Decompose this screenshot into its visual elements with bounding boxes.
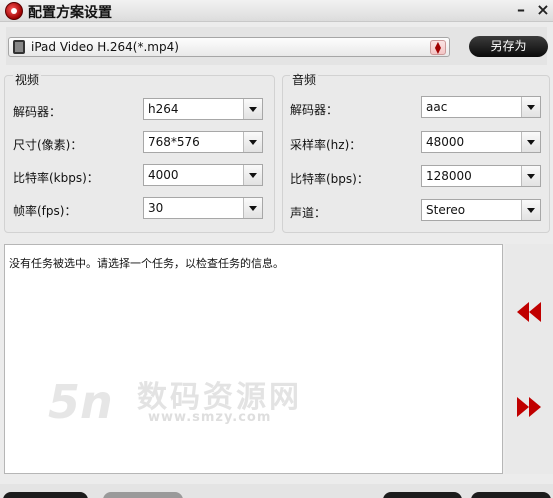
video-bitrate-label: 比特率(kbps)： [13, 171, 99, 185]
chevron-down-icon[interactable] [243, 132, 262, 152]
collapse-left-button[interactable] [512, 298, 546, 326]
task-info-message: 没有任务被选中。请选择一个任务，以检查任务的信息。 [9, 257, 284, 270]
title-bar: 配置方案设置 – × [0, 0, 553, 22]
video-framerate-value: 30 [148, 201, 164, 215]
video-codec-value: h264 [148, 102, 179, 116]
save-as-button[interactable]: 另存为 [469, 36, 548, 57]
video-bitrate-select[interactable]: 4000 [143, 164, 263, 186]
video-codec-select[interactable]: h264 [143, 98, 263, 120]
audio-samplerate-value: 48000 [426, 135, 465, 149]
chevron-down-icon[interactable] [521, 200, 540, 220]
window-title: 配置方案设置 [28, 5, 112, 21]
audio-codec-label: 解码器： [290, 103, 339, 117]
expand-right-button[interactable] [512, 393, 546, 421]
bottom-button-3[interactable] [383, 492, 462, 498]
audio-channel-value: Stereo [426, 203, 466, 217]
chevron-down-icon[interactable] [521, 132, 540, 152]
close-button[interactable]: × [533, 0, 553, 22]
audio-bitrate-label: 比特率(bps)： [290, 172, 369, 186]
video-size-value: 768*576 [148, 135, 200, 149]
chevron-down-icon[interactable] [243, 198, 262, 218]
audio-bitrate-value: 128000 [426, 169, 472, 183]
chevron-down-icon[interactable] [521, 97, 540, 117]
video-bitrate-value: 4000 [148, 168, 179, 182]
ipad-icon [13, 40, 25, 54]
audio-bitrate-select[interactable]: 128000 [421, 165, 541, 187]
task-info-panel: 没有任务被选中。请选择一个任务，以检查任务的信息。 [4, 244, 503, 474]
fast-forward-icon [529, 397, 541, 417]
video-size-select[interactable]: 768*576 [143, 131, 263, 153]
watermark-url: www.smzy.com [148, 410, 272, 425]
fast-forward-icon [517, 397, 529, 417]
app-logo-icon [5, 2, 23, 20]
video-codec-label: 解码器： [13, 105, 62, 119]
audio-codec-select[interactable]: aac [421, 96, 541, 118]
watermark-logo: 5n [48, 375, 113, 429]
side-panel [505, 244, 553, 474]
bottom-button-1[interactable] [3, 492, 88, 498]
video-framerate-label: 帧率(fps)： [13, 204, 77, 218]
rewind-icon [517, 302, 529, 322]
audio-group-title: 音频 [290, 71, 319, 88]
chevron-down-icon[interactable] [243, 99, 262, 119]
audio-samplerate-select[interactable]: 48000 [421, 131, 541, 153]
profile-selected-value: iPad Video H.264(*.mp4) [31, 40, 179, 54]
video-framerate-select[interactable]: 30 [143, 197, 263, 219]
chevron-down-icon[interactable] [521, 166, 540, 186]
rewind-icon [529, 302, 541, 322]
video-size-label: 尺寸(像素)： [13, 138, 83, 152]
video-group-title: 视频 [13, 71, 42, 88]
chevron-down-icon[interactable] [243, 165, 262, 185]
bottom-button-2[interactable] [103, 492, 183, 498]
audio-samplerate-label: 采样率(hz)： [290, 138, 362, 152]
audio-channel-label: 声道： [290, 206, 327, 220]
select-arrows-icon[interactable]: ▲ ▼ [430, 40, 446, 55]
profile-select[interactable]: iPad Video H.264(*.mp4) ▲ ▼ [8, 37, 450, 57]
audio-codec-value: aac [426, 100, 448, 114]
audio-channel-select[interactable]: Stereo [421, 199, 541, 221]
bottom-button-4[interactable] [471, 492, 551, 498]
minimize-button[interactable]: – [511, 0, 531, 22]
